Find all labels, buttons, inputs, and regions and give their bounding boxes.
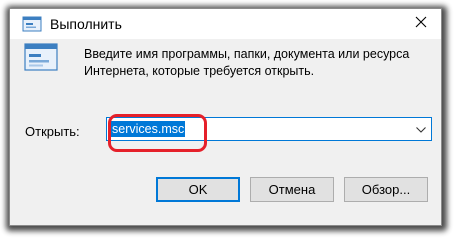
ok-button[interactable]: OK (156, 177, 240, 202)
title-bar[interactable]: Выполнить (10, 9, 441, 39)
run-dialog-icon (22, 16, 42, 32)
history-dropdown-button[interactable] (411, 118, 431, 140)
dialog-description: Введите имя программы, папки, документа … (84, 47, 410, 78)
cancel-button[interactable]: Отмена (250, 177, 334, 202)
close-button[interactable] (401, 9, 441, 39)
close-icon (415, 15, 427, 33)
open-input[interactable]: services.msc (106, 117, 432, 141)
open-input-value[interactable]: services.msc (111, 121, 186, 137)
open-label: Открыть: (25, 124, 80, 139)
run-dialog: Выполнить Введите имя программы, папки, … (9, 8, 442, 226)
run-dialog-icon (24, 43, 58, 71)
chevron-down-icon (416, 120, 426, 138)
window-title: Выполнить (50, 16, 122, 32)
browse-button[interactable]: Обзор... (344, 177, 428, 202)
